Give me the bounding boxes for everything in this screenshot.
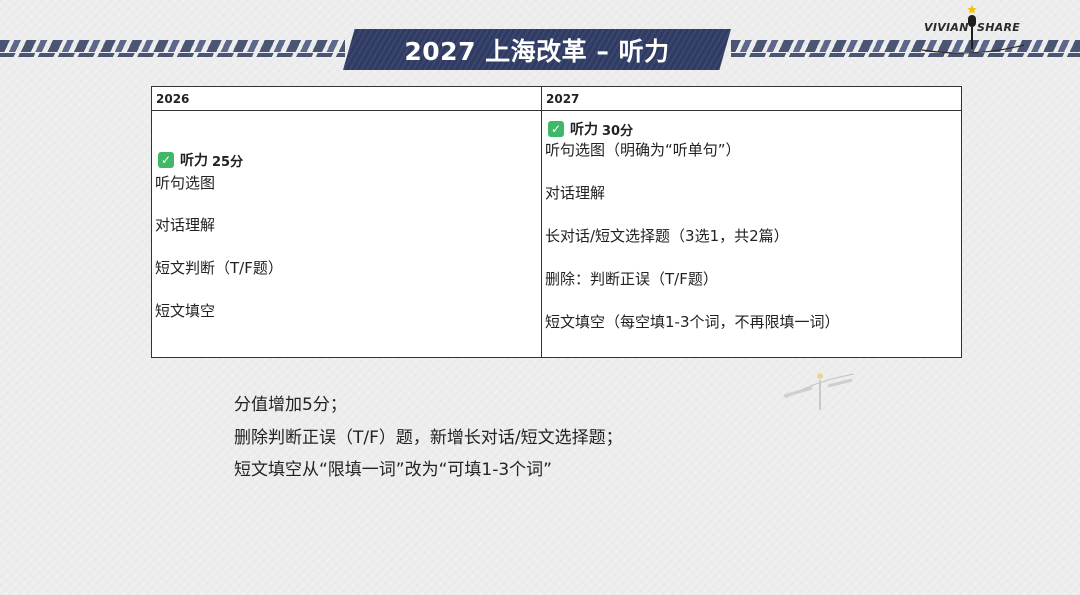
heading-2027: ✓ 听力 30分 [548, 119, 633, 139]
cell-2027: ✓ 听力 30分 听句选图（明确为“听单句”） 对话理解 长对话/短文选择题（3… [541, 110, 962, 358]
watermark-logo [783, 373, 855, 410]
header-2027: 2027 [541, 86, 962, 111]
check-icon: ✓ [548, 121, 564, 137]
title-banner: 2027 上海改革 – 听力 [343, 29, 731, 70]
header-stripe-left-thin [0, 53, 345, 57]
table-header-row: 2026 2027 [151, 86, 962, 111]
list-item: 听句选图 [155, 174, 216, 192]
heading-score: 25分 [212, 154, 244, 170]
summary-line: 删除判断正误（T/F）题，新增长对话/短文选择题； [234, 428, 623, 448]
vivian-share-logo: VIVIAN SHARE [918, 4, 1028, 58]
comparison-table: 2026 2027 ✓ 听力 25分 听句选图 对话理解 短文判断（T/F题） … [151, 86, 962, 358]
heading-label: 听力 [570, 122, 598, 138]
list-item: 对话理解 [155, 216, 216, 234]
header-2026: 2026 [151, 86, 542, 111]
summary-line: 短文填空从“限填一词”改为“可填1-3个词” [234, 460, 552, 480]
logo-text-right: SHARE [977, 21, 1021, 34]
heading-score: 30分 [602, 123, 634, 139]
heading-label: 听力 [180, 153, 208, 169]
cell-2026: ✓ 听力 25分 听句选图 对话理解 短文判断（T/F题） 短文填空 [151, 110, 542, 358]
list-item: 听句选图（明确为“听单句”） [545, 141, 741, 159]
list-item: 短文填空（每空填1-3个词，不再限填一词） [545, 313, 840, 331]
header-stripe-left [0, 40, 345, 52]
table-body-row: ✓ 听力 25分 听句选图 对话理解 短文判断（T/F题） 短文填空 ✓ 听力 … [151, 110, 962, 358]
list-item: 对话理解 [545, 184, 606, 202]
heading-2026: ✓ 听力 25分 [158, 150, 243, 170]
list-item: 删除：判断正误（T/F题） [545, 270, 718, 288]
logo-swoosh [921, 44, 1025, 54]
summary-line: 分值增加5分； [234, 395, 347, 415]
list-item: 短文判断（T/F题） [155, 259, 283, 277]
list-item: 短文填空 [155, 302, 216, 320]
logo-text-left: VIVIAN [924, 21, 969, 34]
check-icon: ✓ [158, 152, 174, 168]
list-item: 长对话/短文选择题（3选1，共2篇） [545, 227, 789, 245]
page-title: 2027 上海改革 – 听力 [404, 36, 670, 66]
